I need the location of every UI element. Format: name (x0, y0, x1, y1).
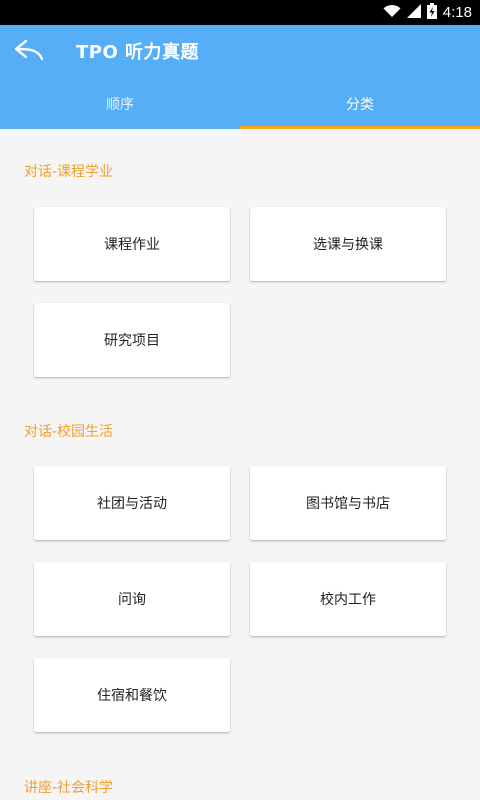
category-list[interactable]: 对话-课程学业 课程作业 选课与换课 研究项目 对话-校园生活 社团与活动 图书… (0, 129, 480, 800)
back-button[interactable] (10, 35, 50, 71)
toolbar: TPO 听力真题 (0, 25, 480, 81)
tab-label: 分类 (346, 97, 374, 113)
category-label: 问询 (118, 592, 146, 608)
category-label: 图书馆与书店 (306, 496, 390, 512)
category-label: 选课与换课 (313, 237, 383, 253)
section-title: 讲座-社会科学 (24, 780, 114, 796)
category-label: 住宿和餐饮 (97, 688, 167, 704)
category-card[interactable]: 选课与换课 (250, 207, 446, 281)
category-label: 研究项目 (104, 333, 160, 349)
tab-label: 顺序 (106, 97, 134, 113)
category-label: 社团与活动 (97, 496, 167, 512)
section-title: 对话-课程学业 (24, 164, 114, 180)
tab-bar: 顺序 分类 (0, 83, 480, 129)
category-card[interactable]: 研究项目 (34, 303, 230, 377)
app-bar: TPO 听力真题 顺序 分类 (0, 25, 480, 129)
signal-icon (406, 3, 421, 22)
category-card[interactable]: 社团与活动 (34, 466, 230, 540)
status-icons: 4:18 (383, 0, 472, 25)
tab-sequence[interactable]: 顺序 (0, 83, 240, 129)
section-title: 对话-校园生活 (24, 424, 114, 440)
tab-category[interactable]: 分类 (240, 83, 480, 129)
category-card[interactable]: 校内工作 (250, 562, 446, 636)
category-card[interactable]: 住宿和餐饮 (34, 658, 230, 732)
category-card[interactable]: 问询 (34, 562, 230, 636)
category-card[interactable]: 图书馆与书店 (250, 466, 446, 540)
battery-charging-icon (426, 2, 437, 23)
category-card[interactable]: 课程作业 (34, 207, 230, 281)
category-label: 校内工作 (320, 592, 376, 608)
status-time: 4:18 (442, 4, 472, 21)
status-bar: 4:18 (0, 0, 480, 25)
page-title: TPO 听力真题 (76, 42, 200, 63)
back-arrow-icon (14, 37, 46, 69)
wifi-icon (383, 3, 401, 22)
category-label: 课程作业 (104, 237, 160, 253)
